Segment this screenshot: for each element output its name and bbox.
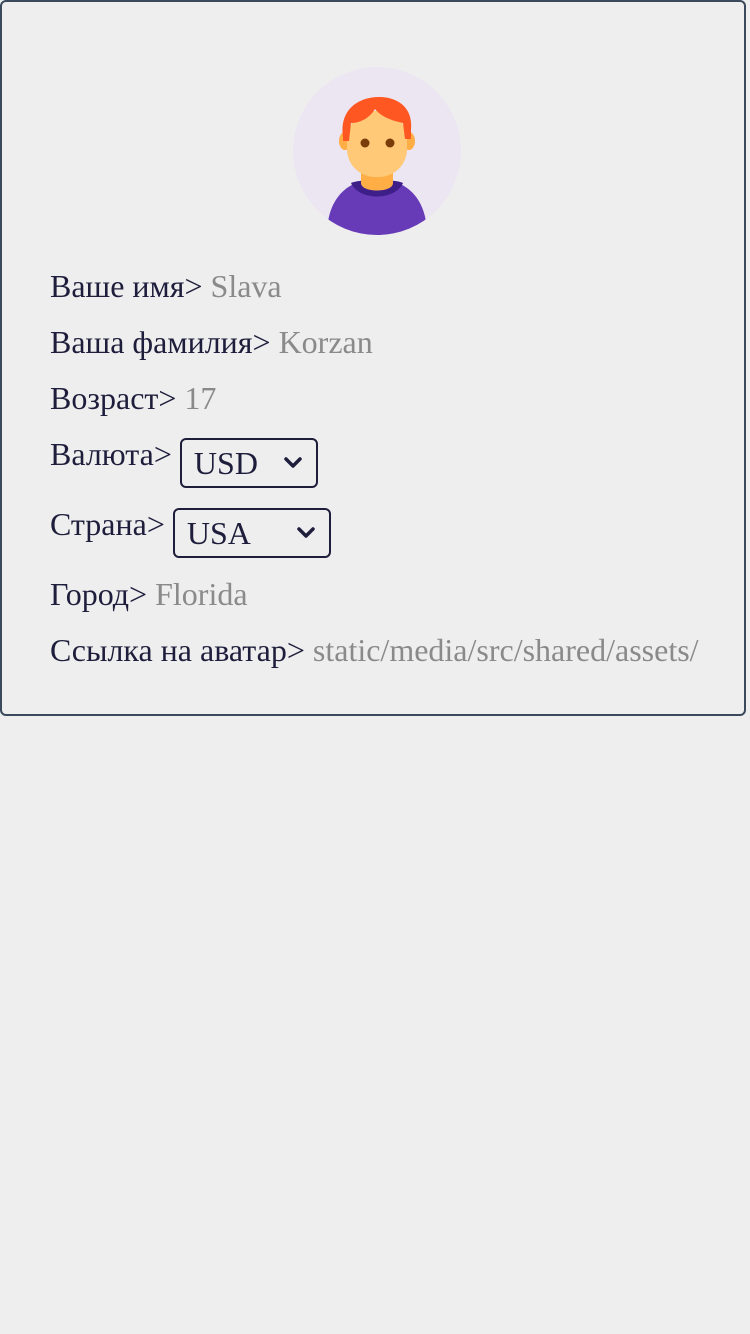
- country-selected-value: USA: [186, 515, 251, 551]
- first-name-value: Slava: [210, 268, 282, 304]
- age-row: Возраст> 17: [50, 378, 216, 418]
- currency-row: Валюта> USD: [50, 434, 318, 488]
- currency-label: Валюта>: [50, 436, 172, 472]
- last-name-label: Ваша фамилия>: [50, 324, 271, 360]
- avatar-link-value: static/media/src/shared/assets/: [312, 632, 699, 668]
- profile-card: Ваше имя> Slava Ваша фамилия> Korzan Воз…: [0, 0, 746, 716]
- avatar-link-label: Ссылка на аватар>: [50, 632, 305, 668]
- city-value: Florida: [155, 576, 248, 612]
- country-label: Страна>: [50, 506, 165, 542]
- last-name-value: Korzan: [278, 324, 373, 360]
- user-avatar-icon: [293, 67, 461, 235]
- first-name-label: Ваше имя>: [50, 268, 203, 304]
- age-label: Возраст>: [50, 380, 177, 416]
- last-name-row: Ваша фамилия> Korzan: [50, 322, 373, 362]
- city-row: Город> Florida: [50, 574, 248, 614]
- currency-select[interactable]: USD: [179, 438, 318, 488]
- city-label: Город>: [50, 576, 148, 612]
- country-select[interactable]: USA: [172, 508, 331, 558]
- age-value: 17: [184, 380, 217, 416]
- chevron-down-icon: [295, 522, 317, 544]
- first-name-row: Ваше имя> Slava: [50, 266, 282, 306]
- country-row: Страна> USA: [50, 504, 331, 558]
- chevron-down-icon: [282, 452, 304, 474]
- currency-selected-value: USD: [193, 445, 258, 481]
- avatar-link-row: Ссылка на аватар> static/media/src/share…: [50, 630, 699, 670]
